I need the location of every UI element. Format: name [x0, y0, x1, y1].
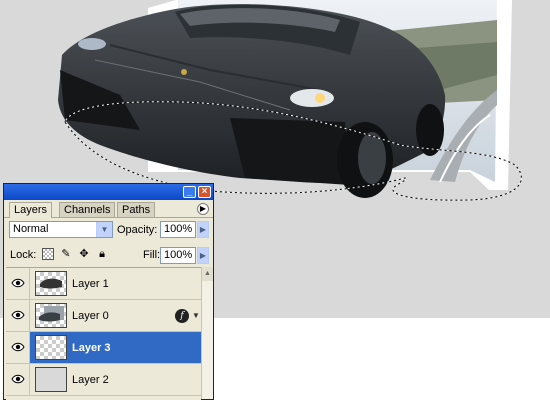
fill-slider-arrow-icon[interactable]: ▶ [197, 247, 209, 264]
layer-name: Layer 1 [72, 278, 109, 290]
close-button[interactable]: × [198, 186, 211, 198]
layer-name: Layer 2 [72, 374, 109, 386]
palette-menu-icon[interactable]: ▶ [197, 203, 209, 215]
palette-titlebar[interactable]: _ × [4, 184, 213, 200]
blend-row: Normal ▼ Opacity: 100% ▶ [4, 219, 213, 241]
eye-icon [11, 278, 25, 288]
scroll-up-arrow-icon[interactable]: ▲ [202, 267, 213, 281]
lock-transparent-pixels-icon[interactable] [42, 248, 54, 260]
chevron-down-icon[interactable]: ▼ [96, 222, 112, 237]
tab-paths[interactable]: Paths [117, 202, 156, 217]
eye-icon [11, 374, 25, 384]
layer-effects-icon[interactable]: f [175, 309, 189, 323]
opacity-label: Opacity: [117, 224, 158, 236]
effects-expand-icon[interactable]: ▼ [192, 311, 200, 320]
lock-position-icon[interactable]: ✥ [78, 248, 90, 260]
eye-icon [11, 342, 25, 352]
layer-name: Layer 0 [72, 310, 109, 322]
lock-row: Lock: ✎ ✥ 🔒︎ Fill: 100% ▶ [4, 244, 213, 266]
layer-list: Layer 1 Layer 0 f ▼ Layer 3 Layer 2 [6, 267, 201, 400]
tab-layers[interactable]: Layers [9, 202, 53, 218]
layer-row-layer-0[interactable]: Layer 0 f ▼ [6, 300, 201, 332]
tab-channels[interactable]: Channels [59, 202, 116, 217]
lock-all-icon[interactable]: 🔒︎ [96, 248, 108, 260]
blend-mode-select[interactable]: Normal ▼ [9, 221, 113, 238]
visibility-toggle[interactable] [6, 300, 30, 331]
layers-palette[interactable]: _ × Layers Channels Paths ▶ Normal ▼ Opa… [3, 183, 214, 400]
layer-row-layer-3[interactable]: Layer 3 [6, 332, 201, 364]
palette-tabs: Layers Channels Paths ▶ [4, 200, 213, 218]
fill-field[interactable]: 100% [160, 247, 196, 264]
visibility-toggle[interactable] [6, 364, 30, 395]
layer-thumbnail [35, 367, 67, 392]
lock-image-pixels-icon[interactable]: ✎ [60, 248, 72, 260]
visibility-toggle[interactable] [6, 332, 30, 363]
layer-row-layer-1[interactable]: Layer 1 [6, 268, 201, 300]
blend-mode-value: Normal [13, 223, 49, 235]
layer-thumbnail [35, 303, 67, 328]
layer-row-layer-2[interactable]: Layer 2 [6, 364, 201, 396]
eye-icon [11, 310, 25, 320]
layer-name: Layer 3 [72, 342, 111, 354]
visibility-toggle[interactable] [6, 268, 30, 299]
minimize-button[interactable]: _ [183, 186, 196, 198]
opacity-field[interactable]: 100% [160, 221, 196, 238]
layer-thumbnail [35, 335, 67, 360]
lock-label: Lock: [10, 249, 37, 261]
layer-thumbnail [35, 271, 67, 296]
fill-label: Fill: [143, 249, 161, 261]
layers-scrollbar[interactable]: ▲ [201, 267, 213, 399]
opacity-slider-arrow-icon[interactable]: ▶ [197, 221, 209, 238]
